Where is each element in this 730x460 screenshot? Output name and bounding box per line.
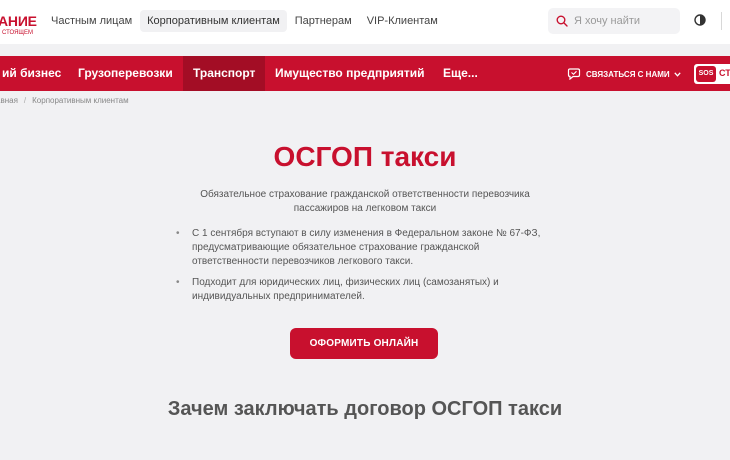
topbar-divider [721, 12, 722, 30]
top-nav-vip[interactable]: VIP-Клиентам [360, 10, 445, 32]
apply-online-button[interactable]: ОФОРМИТЬ ОНЛАЙН [290, 328, 438, 359]
search-icon [556, 15, 568, 27]
top-nav-partners[interactable]: Партнерам [288, 10, 359, 32]
sos-badge: SOS [696, 66, 716, 82]
sos-button[interactable]: SOS СТ [692, 62, 730, 86]
main-nav-more[interactable]: Еще... [436, 56, 485, 91]
breadcrumb-current: Корпоративным клиентам [32, 96, 129, 105]
main-nav-property[interactable]: Имущество предприятий [269, 56, 431, 91]
main-nav: ий бизнес Грузоперевозки Транспорт Имуще… [0, 56, 730, 91]
page-subtitle: Обязательное страхование гражданской отв… [200, 189, 530, 214]
contact-us-button[interactable]: СВЯЗАТЬСЯ С НАМИ [567, 67, 686, 81]
breadcrumb: авная / Корпоративным клиентам [0, 96, 129, 108]
sos-label: СТ [719, 68, 730, 78]
theme-toggle-icon[interactable] [694, 14, 706, 26]
main-nav-cargo[interactable]: Грузоперевозки [72, 56, 179, 91]
company-logo[interactable]: АНИЕ СТОЯЩЕМ [0, 10, 40, 38]
section-title: Зачем заключать договор ОСГОП такси [167, 398, 563, 420]
top-nav-individuals[interactable]: Частным лицам [44, 10, 139, 32]
top-bar: АНИЕ СТОЯЩЕМ Частным лицам Корпоративным… [0, 0, 730, 44]
chat-icon [567, 68, 581, 80]
breadcrumb-separator: / [23, 96, 27, 105]
feature-item-law: С 1 сентября вступают в силу изменения в… [176, 227, 546, 269]
logo-sub-text: СТОЯЩЕМ [2, 30, 34, 36]
audience-nav: Частным лицам Корпоративным клиентам Пар… [44, 9, 446, 33]
page-title: ОСГОП такси [273, 141, 457, 172]
top-nav-corporate[interactable]: Корпоративным клиентам [140, 10, 287, 32]
logo-main-text: АНИЕ [0, 13, 37, 29]
main-nav-transport[interactable]: Транспорт [183, 56, 266, 91]
search-box[interactable] [548, 8, 680, 34]
feature-item-eligibility: Подходит для юридических лиц, физических… [176, 276, 546, 304]
main-nav-business[interactable]: ий бизнес [0, 56, 65, 91]
feature-list: С 1 сентября вступают в силу изменения в… [176, 227, 546, 311]
chevron-down-icon [673, 71, 681, 77]
contact-us-label: СВЯЗАТЬСЯ С НАМИ [586, 69, 670, 79]
search-input[interactable] [574, 15, 674, 27]
breadcrumb-home[interactable]: авная [0, 96, 18, 108]
